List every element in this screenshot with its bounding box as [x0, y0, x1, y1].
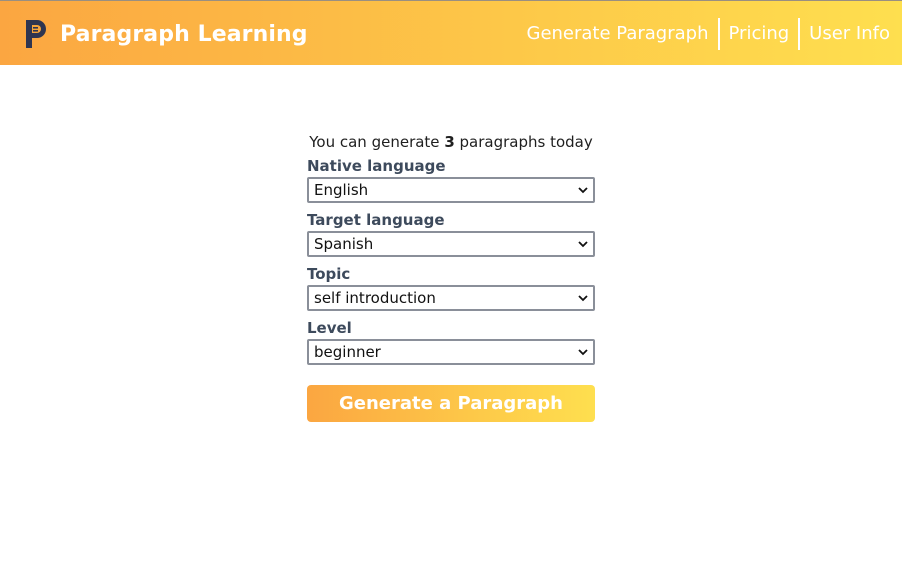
brand-name: Paragraph Learning — [60, 21, 308, 47]
topic-select[interactable]: self introduction — [307, 285, 595, 311]
nav-generate-paragraph[interactable]: Generate Paragraph — [518, 18, 718, 50]
level-value: beginner — [314, 343, 381, 361]
main-nav: Generate Paragraph Pricing User Info — [518, 18, 890, 50]
top-navigation-bar: Paragraph Learning Generate Paragraph Pr… — [0, 0, 902, 65]
native-language-label: Native language — [307, 157, 446, 175]
brand[interactable]: Paragraph Learning — [24, 16, 308, 52]
quota-count: 3 — [444, 133, 455, 151]
native-language-value: English — [314, 181, 369, 199]
level-label: Level — [307, 319, 352, 337]
chevron-down-icon — [578, 187, 588, 194]
target-language-label: Target language — [307, 211, 445, 229]
quota-suffix: paragraphs today — [454, 133, 593, 151]
generate-paragraph-button[interactable]: Generate a Paragraph — [307, 385, 595, 422]
paragraph-generator-form: You can generate 3 paragraphs today Nati… — [307, 132, 595, 422]
nav-pricing[interactable]: Pricing — [720, 18, 799, 50]
chevron-down-icon — [578, 241, 588, 248]
level-select[interactable]: beginner — [307, 339, 595, 365]
paragraph-logo-icon — [26, 20, 46, 48]
chevron-down-icon — [578, 349, 588, 356]
nav-user-info[interactable]: User Info — [800, 18, 890, 50]
quota-prefix: You can generate — [309, 133, 445, 151]
topic-value: self introduction — [314, 289, 436, 307]
target-language-select[interactable]: Spanish — [307, 231, 595, 257]
daily-quota-text: You can generate 3 paragraphs today — [307, 132, 595, 152]
native-language-select[interactable]: English — [307, 177, 595, 203]
chevron-down-icon — [578, 295, 588, 302]
target-language-value: Spanish — [314, 235, 374, 253]
topic-label: Topic — [307, 265, 351, 283]
